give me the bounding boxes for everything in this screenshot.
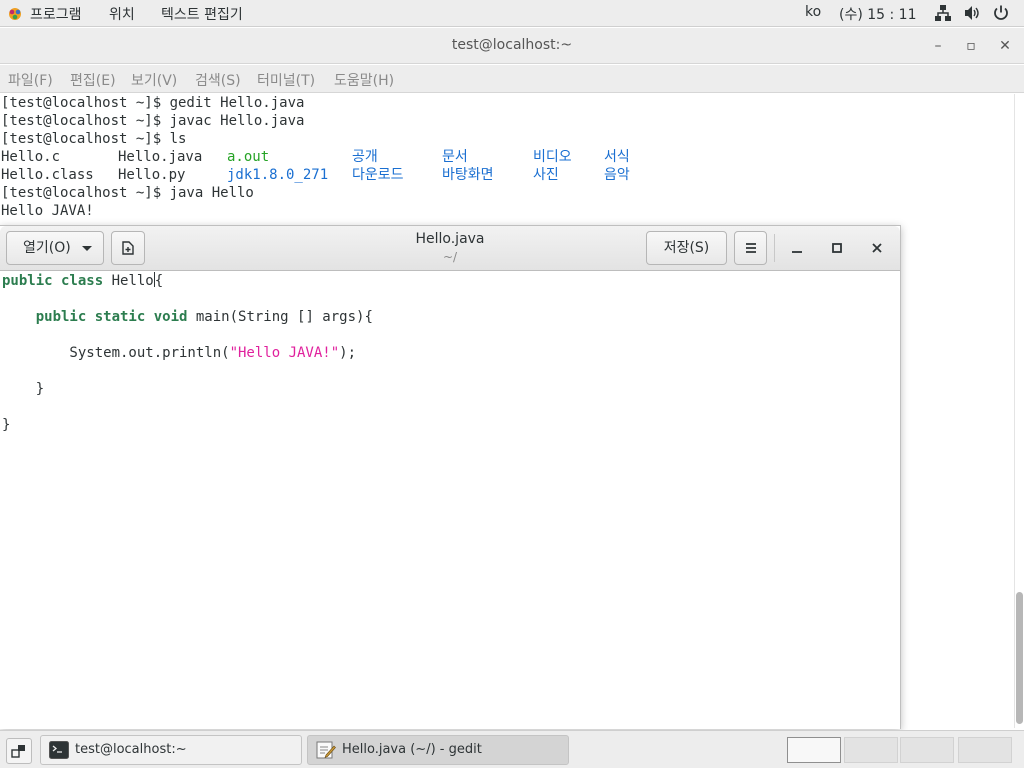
taskbar-item-label: test@localhost:~ — [75, 742, 187, 757]
code-text: { — [154, 273, 164, 289]
apps-menu[interactable]: 프로그램 — [30, 4, 82, 24]
hamburger-menu-button[interactable] — [734, 231, 767, 265]
show-desktop-icon — [11, 745, 25, 758]
terminal-menu-view[interactable]: 보기(V) — [131, 70, 177, 90]
ls-entry: 공개 — [352, 149, 378, 165]
terminal-menu-search[interactable]: 검색(S) — [195, 70, 241, 90]
gedit-window: 열기(O) Hello.java ~/ 저장(S) public class H… — [0, 225, 901, 729]
code-line: System.out.println("Hello JAVA!"); — [2, 344, 356, 362]
terminal-line: Hello JAVA! — [1, 203, 94, 219]
open-button-label: 열기(O) — [23, 240, 71, 256]
bottom-panel: test@localhost:~ Hello.java (~/) - gedit — [0, 730, 1024, 768]
gedit-maximize-button[interactable] — [827, 239, 847, 259]
gedit-close-button[interactable] — [867, 239, 887, 259]
code-text: ); — [339, 345, 357, 361]
code-keyword: public static void — [35, 309, 188, 325]
code-line: public class Hello{ — [2, 272, 163, 290]
ls-entry: jdk1.8.0_271 — [227, 167, 329, 183]
top-bar: 프로그램 위치 텍스트 편집기 ko (수) 15 : 11 — [0, 0, 1024, 27]
code-editor[interactable]: public class Hello{ public static void m… — [0, 272, 900, 729]
terminal-menu-edit[interactable]: 편집(E) — [70, 70, 116, 90]
code-text: System.out.println( — [2, 345, 230, 361]
code-text: main(String [] args){ — [187, 309, 373, 325]
ls-entry: 문서 — [442, 149, 468, 165]
terminal-icon — [49, 741, 69, 759]
code-keyword: public class — [2, 273, 104, 289]
save-button[interactable]: 저장(S) — [646, 231, 727, 265]
terminal-close-button[interactable]: ✕ — [996, 37, 1014, 55]
terminal-menu-help[interactable]: 도움말(H) — [334, 70, 394, 90]
terminal-line: [test@localhost ~]$ gedit Hello.java — [1, 95, 305, 111]
terminal-menu-terminal[interactable]: 터미널(T) — [257, 70, 315, 90]
input-language-indicator[interactable]: ko — [805, 4, 821, 20]
gedit-headerbar[interactable]: 열기(O) Hello.java ~/ 저장(S) — [0, 226, 900, 271]
chevron-down-icon — [82, 246, 92, 251]
terminal-line: [test@localhost ~]$ ls — [1, 131, 187, 147]
ls-entry: 사진 — [533, 167, 559, 183]
workspace-1[interactable] — [787, 737, 841, 763]
show-desktop-button[interactable] — [6, 738, 32, 764]
taskbar-item-gedit[interactable]: Hello.java (~/) - gedit — [307, 735, 569, 765]
terminal-title: test@localhost:~ — [451, 37, 573, 53]
document-title: Hello.java — [415, 231, 485, 247]
document-path: ~/ — [442, 250, 458, 264]
system-status-area[interactable] — [934, 4, 1018, 22]
ls-entry: Hello.py — [118, 167, 186, 183]
power-icon — [994, 5, 1008, 20]
ls-entry: Hello.c — [1, 149, 61, 165]
places-menu[interactable]: 위치 — [109, 4, 135, 24]
ls-entry: 음악 — [604, 167, 630, 183]
terminal-scrollbar-thumb[interactable] — [1016, 592, 1023, 724]
ls-entry: 비디오 — [533, 149, 572, 165]
maximize-icon — [832, 243, 842, 253]
code-line: } — [2, 381, 45, 397]
ls-entry: Hello.java — [118, 149, 203, 165]
volume-icon — [965, 6, 979, 20]
code-string: "Hello JAVA!" — [229, 345, 340, 361]
terminal-titlebar[interactable]: test@localhost:~ – ▫ ✕ — [0, 28, 1024, 64]
terminal-minimize-button[interactable]: – — [929, 37, 947, 55]
hamburger-menu-icon — [745, 243, 756, 253]
text-editor-icon — [316, 741, 336, 759]
terminal-maximize-button[interactable]: ▫ — [962, 37, 980, 55]
ls-entry: 바탕화면 — [442, 167, 494, 183]
terminal-menu-file[interactable]: 파일(F) — [8, 70, 53, 90]
terminal-line: [test@localhost ~]$ java Hello — [1, 185, 254, 201]
header-separator — [774, 234, 775, 262]
gedit-minimize-button[interactable] — [787, 239, 807, 259]
ls-entry: 서식 — [604, 149, 630, 165]
ls-entry: a.out — [227, 149, 270, 165]
app-menu[interactable]: 텍스트 편집기 — [161, 4, 243, 24]
code-text: Hello — [103, 273, 154, 289]
code-line: public static void main(String [] args){ — [2, 308, 373, 326]
workspace-4[interactable] — [958, 737, 1012, 763]
terminal-scrollbar[interactable] — [1014, 94, 1024, 728]
workspace-2[interactable] — [844, 737, 898, 763]
close-icon — [872, 243, 882, 253]
new-document-icon — [122, 241, 134, 255]
ls-entry: 다운로드 — [352, 167, 404, 183]
terminal-line: [test@localhost ~]$ javac Hello.java — [1, 113, 305, 129]
clock[interactable]: (수) 15 : 11 — [839, 4, 917, 24]
new-document-button[interactable] — [111, 231, 145, 265]
open-button[interactable]: 열기(O) — [6, 231, 104, 265]
code-line: } — [2, 417, 11, 433]
ls-entry: Hello.class — [1, 167, 94, 183]
workspace-3[interactable] — [900, 737, 954, 763]
network-icon — [935, 5, 951, 21]
minimize-icon — [792, 251, 802, 253]
apps-menu-icon[interactable] — [8, 7, 22, 21]
taskbar-item-label: Hello.java (~/) - gedit — [342, 742, 482, 757]
taskbar-item-terminal[interactable]: test@localhost:~ — [40, 735, 302, 765]
terminal-menubar: 파일(F) 편집(E) 보기(V) 검색(S) 터미널(T) 도움말(H) — [0, 65, 1024, 93]
